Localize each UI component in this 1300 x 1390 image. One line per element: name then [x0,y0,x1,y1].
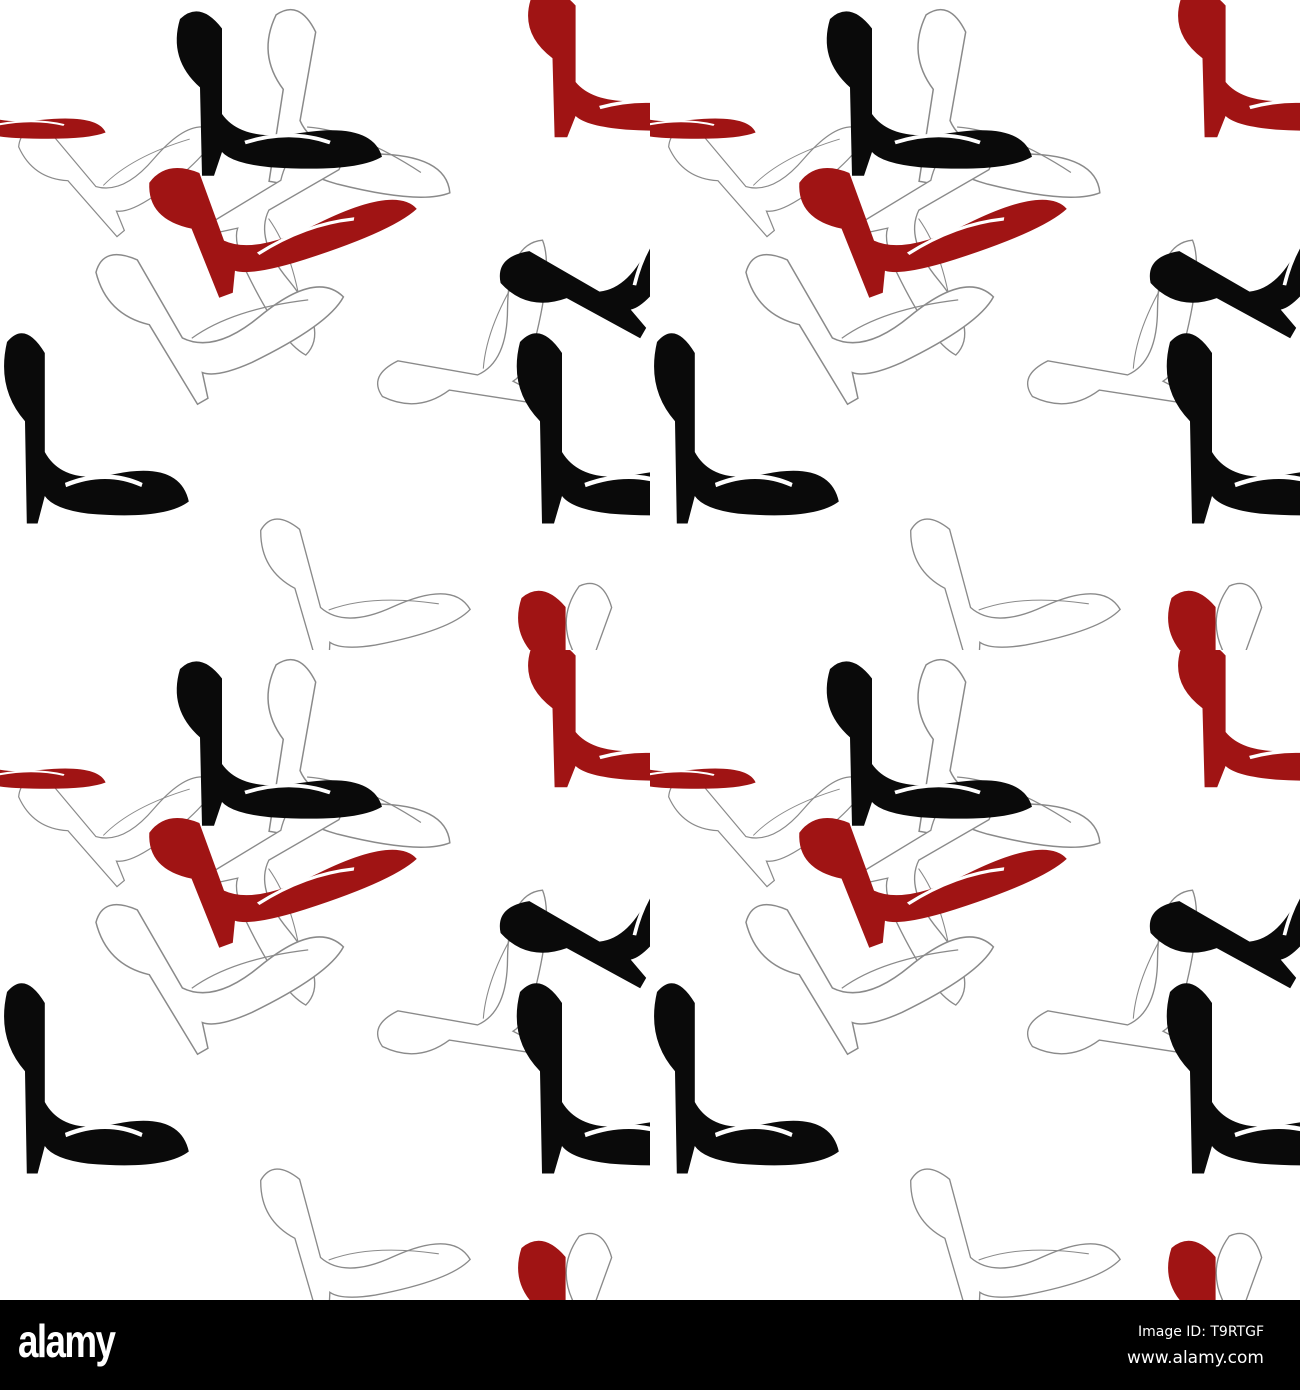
watermark-bar: alamy Image ID: T9RTGF www.alamy.com [0,1300,1300,1390]
image-id: Image ID: T9RTGF [1138,1324,1264,1340]
shoe-pattern [0,0,1300,1300]
website-link[interactable]: www.alamy.com [1127,1348,1264,1368]
alamy-logo: alamy [18,1315,116,1367]
